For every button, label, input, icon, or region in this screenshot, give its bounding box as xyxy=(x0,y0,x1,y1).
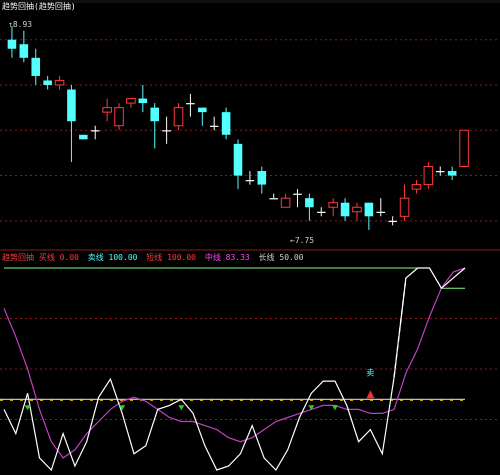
candle-body-up xyxy=(423,165,434,186)
candle-body-flat xyxy=(388,220,397,223)
candle-body-down xyxy=(43,80,52,85)
candle-body-up xyxy=(352,206,362,213)
candle-body-flat xyxy=(316,211,326,213)
candle-body-down xyxy=(138,98,148,104)
legend-item-short: 短线 100.00 xyxy=(146,253,196,262)
candle-body-up xyxy=(411,184,422,190)
candle-body-down xyxy=(221,112,231,135)
candle-body-down xyxy=(257,171,267,185)
candle-body-down xyxy=(67,89,76,122)
candle-body-up xyxy=(399,197,410,217)
candle-body-up xyxy=(173,107,184,127)
candle-body-flat xyxy=(376,211,386,213)
candle-body-flat xyxy=(209,125,219,127)
candle-body-down xyxy=(150,107,160,122)
candle-body-down xyxy=(364,202,374,217)
candle-body-up xyxy=(126,98,136,104)
legend-item-sell: 卖线 100.00 xyxy=(87,253,138,262)
candle-body-flat xyxy=(435,171,445,173)
candle-body-up xyxy=(459,129,469,167)
candle-body-up xyxy=(102,107,112,113)
price-panel-title: 趋势回抽(趋势回抽) xyxy=(2,2,76,11)
legend-item-long: 长线 50.00 xyxy=(258,253,304,262)
candle-body-down xyxy=(305,198,314,208)
indicator-long-line xyxy=(4,267,465,289)
candle-body-up xyxy=(280,197,291,208)
indicator-grid xyxy=(0,318,500,420)
price-candles xyxy=(7,26,469,230)
chart-stage: 卖 xyxy=(0,0,500,472)
candle-body-up xyxy=(328,202,338,208)
candle-body-down xyxy=(233,143,243,176)
candle-body-up xyxy=(54,79,65,86)
candle-body-down xyxy=(19,44,29,58)
legend-item-mid: 中线 83.33 xyxy=(204,253,250,262)
candle-body-flat xyxy=(162,130,171,132)
sell-signal-star xyxy=(366,390,375,399)
candle-body-down xyxy=(340,202,350,217)
candle-body-down xyxy=(447,171,457,176)
price-high-label: ↑8.93 xyxy=(8,20,33,29)
candle-body-down xyxy=(31,57,41,76)
candle-body-flat xyxy=(90,130,100,132)
candle-body-up xyxy=(114,107,124,127)
indicator-lines xyxy=(0,267,466,472)
buy-signal-arrow xyxy=(331,405,338,411)
candle-body-flat xyxy=(186,103,195,105)
price-grid xyxy=(0,39,500,222)
sell-signal-label: 卖 xyxy=(366,368,374,377)
price-low-label: ←7.75 xyxy=(290,236,315,245)
candle-body-flat xyxy=(269,198,278,200)
candle-body-flat xyxy=(245,180,255,182)
indicator-markers: 卖 xyxy=(24,368,375,411)
indicator-legend: 趋势回抽 买线 0.00 卖线 100.00 短线 100.00 中线 83.3… xyxy=(2,253,307,263)
candle-body-down xyxy=(79,134,88,140)
legend-item-buy: 趋势回抽 买线 0.00 xyxy=(2,253,79,262)
buy-signal-arrow xyxy=(178,405,185,411)
candle-body-down xyxy=(7,39,17,49)
candle-body-flat xyxy=(293,193,302,195)
candle-body-down xyxy=(198,107,207,113)
